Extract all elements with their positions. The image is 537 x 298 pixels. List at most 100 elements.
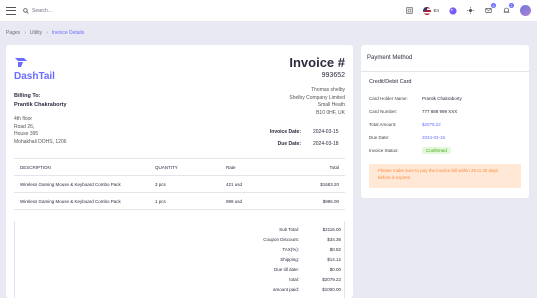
summary-row: TAX(%): $0.82 bbox=[239, 247, 341, 252]
card-holder-value: Prantik Chakraborty bbox=[422, 96, 462, 101]
summary-label: Coupon Discount: bbox=[263, 237, 299, 242]
messages-badge: 6 bbox=[491, 3, 496, 8]
search-bar[interactable] bbox=[23, 7, 405, 14]
fullscreen-icon[interactable] bbox=[405, 6, 414, 15]
payment-method-title: Payment Method bbox=[367, 55, 413, 61]
brand-name: DashTail bbox=[14, 71, 55, 82]
item-total: $1683.20 bbox=[280, 175, 345, 193]
summary-row: Coupon Discount: $34.36 bbox=[239, 237, 341, 242]
summary-row: Shipping: $14.12 bbox=[239, 257, 341, 262]
table-header-row: DESCRIPTION QUANTITY Rate Total bbox=[14, 158, 345, 176]
due-date-value: 2024-03-18 bbox=[313, 141, 339, 147]
summary-label: Sub Total: bbox=[279, 227, 299, 232]
table-row: Wireless Gaming Mouse & Keyboard Combo P… bbox=[14, 175, 345, 193]
chevron-right-icon: › bbox=[24, 30, 26, 36]
card-number-label: Card Number: bbox=[369, 109, 398, 114]
breadcrumb-utility[interactable]: Utility bbox=[30, 30, 42, 36]
invoice-status-row: Invoice Status: Confirmed bbox=[369, 147, 451, 154]
card-number-row: Card Number: 777 888 999 XXX bbox=[369, 109, 457, 114]
summary-value: $14.12 bbox=[327, 257, 341, 262]
notifications-badge: 2 bbox=[509, 3, 514, 8]
summary-value: $1000.00 bbox=[322, 287, 341, 292]
summary-row: amount paid: $1000.00 bbox=[239, 287, 341, 292]
address-line: Small Heath bbox=[317, 102, 345, 109]
summary-value: $0.82 bbox=[329, 247, 341, 252]
messages-icon[interactable]: 6 bbox=[484, 3, 496, 15]
brand-logo: DashTail bbox=[14, 57, 55, 82]
total-amount-value: $2079.22 bbox=[422, 122, 441, 127]
dashtail-logo-icon bbox=[15, 58, 27, 67]
item-description: Wireless Gaming Mouse & Keyboard Combo P… bbox=[14, 175, 149, 193]
address-line: Mohakhali DOHS, 1206 bbox=[14, 138, 67, 145]
payment-due-date-value: 2024-03-15 bbox=[422, 135, 446, 140]
address-line: Thomas shelby bbox=[311, 87, 345, 93]
due-date-label: Due Date: bbox=[277, 141, 301, 147]
item-quantity: 1 pcs bbox=[149, 192, 220, 210]
us-flag-icon bbox=[423, 6, 432, 15]
payment-alert: Please make sure to pay the invoice bill… bbox=[369, 164, 521, 188]
summary-label: Due till date: bbox=[273, 267, 299, 272]
summary-value: $0.00 bbox=[329, 267, 341, 272]
chevron-right-icon: › bbox=[46, 30, 48, 36]
breadcrumb: Pages › Utility › Invoice Details bbox=[6, 30, 84, 36]
summary-row: total: $2079.22 bbox=[239, 277, 341, 282]
card-holder-row: Card Holder Name: Prantik Chakraborty bbox=[369, 96, 462, 101]
invoice-date-label: Invoice Date: bbox=[269, 129, 301, 135]
card-number-value: 777 888 999 XXX bbox=[422, 109, 458, 114]
invoice-status-label: Invoice Status: bbox=[369, 148, 399, 153]
due-date-row: Due Date: 2024-03-18 bbox=[267, 141, 345, 147]
invoice-items-table: DESCRIPTION QUANTITY Rate Total Wireless… bbox=[14, 158, 345, 210]
notifications-icon[interactable]: 2 bbox=[502, 3, 514, 15]
invoice-date-row: Invoice Date: 2024-03-15 bbox=[267, 129, 345, 135]
summary-label: TAX(%): bbox=[282, 247, 299, 252]
theme-palette-icon[interactable] bbox=[448, 6, 457, 15]
breadcrumb-invoice-details: Invoice Details bbox=[51, 30, 85, 36]
language-label: En bbox=[433, 8, 439, 13]
payment-due-date-label: Due Date: bbox=[369, 135, 390, 140]
search-input[interactable] bbox=[32, 7, 152, 14]
address-line: Road 26, bbox=[14, 123, 35, 130]
customer-address: 4th floor Road 26, House 395 Mohakhali D… bbox=[14, 116, 67, 146]
item-rate: 999 usd bbox=[220, 192, 280, 210]
invoice-card: DashTail Billing To: Prantik Chakraborty… bbox=[6, 45, 353, 298]
theme-toggle-icon[interactable] bbox=[466, 6, 475, 15]
table-row: Wireless Gaming Mouse & Keyboard Combo P… bbox=[14, 192, 345, 210]
invoice-number: 993652 bbox=[321, 72, 345, 79]
invoice-title: Invoice # bbox=[289, 55, 345, 70]
summary-value: $2079.22 bbox=[322, 277, 341, 282]
billing-to-label: Billing To: bbox=[14, 93, 41, 99]
address-line: B10 0HF, UK bbox=[316, 109, 345, 116]
item-description: Wireless Gaming Mouse & Keyboard Combo P… bbox=[14, 192, 149, 210]
col-rate: Rate bbox=[220, 158, 280, 176]
summary-label: total: bbox=[289, 277, 299, 282]
breadcrumb-pages[interactable]: Pages bbox=[6, 30, 20, 36]
address-line: House 395 bbox=[14, 131, 39, 138]
user-avatar[interactable] bbox=[520, 5, 531, 16]
payment-due-date-row: Due Date: 2024-03-15 bbox=[369, 135, 445, 140]
col-total: Total bbox=[280, 158, 345, 176]
language-selector[interactable]: En bbox=[423, 6, 439, 15]
summary-label: amount paid: bbox=[272, 287, 299, 292]
card-holder-label: Card Holder Name: bbox=[369, 96, 408, 101]
summary-value: $34.36 bbox=[327, 237, 341, 242]
menu-toggle-icon[interactable] bbox=[6, 6, 16, 15]
total-amount-row: Total Amount: $2079.22 bbox=[369, 122, 441, 127]
item-total: $996.00 bbox=[280, 192, 345, 210]
invoice-summary: Sub Total: $2116.00 Coupon Discount: $34.3… bbox=[14, 221, 345, 298]
sender-address: Thomas shelby Shelby Company Limited Sma… bbox=[289, 87, 345, 117]
divider bbox=[361, 71, 529, 72]
address-line: 4th floor bbox=[14, 116, 33, 122]
search-icon bbox=[23, 7, 29, 14]
item-rate: 421 usd bbox=[220, 175, 280, 193]
customer-name: Prantik Chakraborty bbox=[14, 102, 67, 108]
top-navbar: En 6 2 bbox=[0, 0, 537, 22]
total-amount-label: Total Amount: bbox=[369, 122, 397, 127]
payment-method-card: Payment Method Credit/Debit Card Card Ho… bbox=[361, 45, 529, 198]
col-description: DESCRIPTION bbox=[14, 158, 149, 176]
invoice-date-value: 2024-03-15 bbox=[313, 129, 339, 135]
item-quantity: 3 pcs bbox=[149, 175, 220, 193]
summary-row: Due till date: $0.00 bbox=[239, 267, 341, 272]
summary-row: Sub Total: $2116.00 bbox=[239, 227, 341, 232]
payment-type: Credit/Debit Card bbox=[369, 79, 412, 85]
summary-value: $2116.00 bbox=[322, 227, 341, 232]
